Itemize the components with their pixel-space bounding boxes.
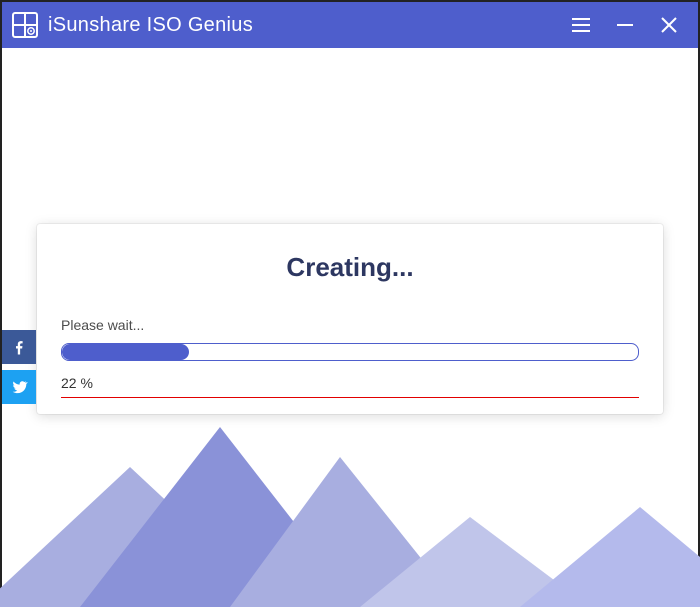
- progress-fill: [62, 344, 189, 360]
- close-button[interactable]: [658, 14, 680, 36]
- social-rail: [2, 330, 36, 404]
- minimize-button[interactable]: [614, 14, 636, 36]
- app-logo-icon: [12, 12, 38, 38]
- facebook-button[interactable]: [2, 330, 36, 364]
- mountain-decoration: [0, 397, 700, 607]
- underline-divider: [61, 397, 639, 398]
- wait-label: Please wait...: [61, 317, 639, 333]
- facebook-icon: [10, 338, 28, 356]
- progress-dialog: Creating... Please wait... 22 %: [37, 224, 663, 414]
- progress-bar: [61, 343, 639, 361]
- titlebar: iSunshare ISO Genius: [2, 2, 698, 48]
- close-icon: [660, 16, 678, 34]
- menu-icon: [572, 18, 590, 32]
- progress-percent-label: 22 %: [61, 375, 639, 391]
- twitter-icon: [10, 378, 28, 396]
- minimize-icon: [616, 16, 634, 34]
- menu-button[interactable]: [570, 14, 592, 36]
- titlebar-controls: [570, 14, 690, 36]
- app-title: iSunshare ISO Genius: [48, 14, 253, 37]
- app-window: iSunshare ISO Genius: [0, 0, 700, 607]
- dialog-heading: Creating...: [61, 252, 639, 283]
- twitter-button[interactable]: [2, 370, 36, 404]
